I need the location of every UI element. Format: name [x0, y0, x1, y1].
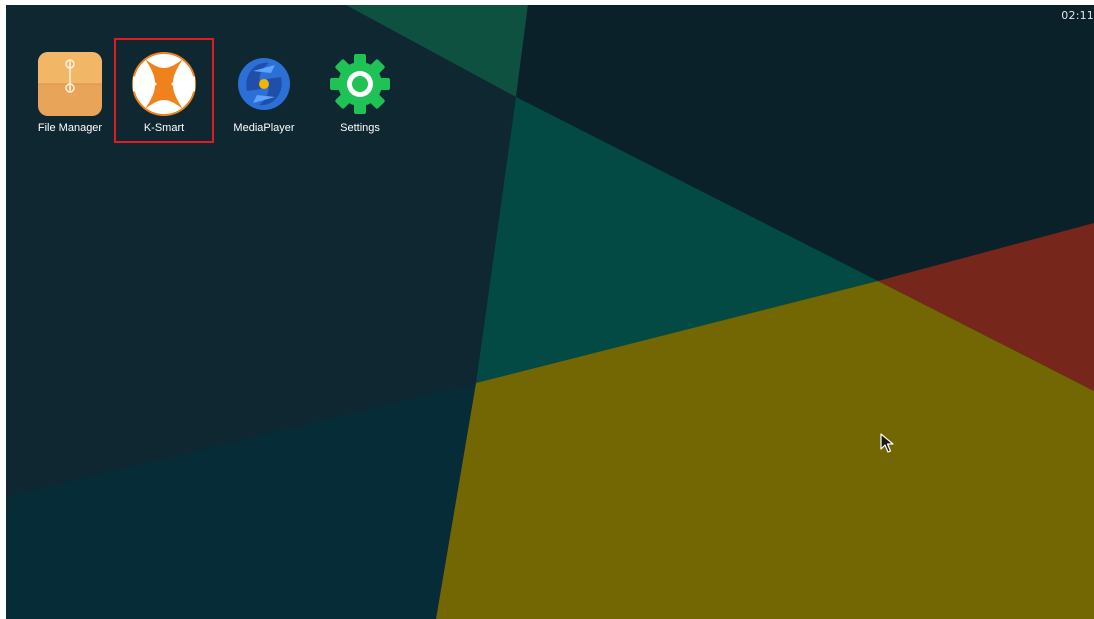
app-k-smart[interactable]: K-Smart: [116, 49, 212, 141]
app-media-player[interactable]: MediaPlayer: [216, 49, 312, 141]
android-home-screen: 02:11 File Manager K-Smart MediaPlayer S…: [6, 5, 1094, 619]
mouse-pointer-icon: [880, 433, 894, 453]
app-label: File Manager: [37, 122, 103, 134]
app-label: Settings: [340, 122, 380, 134]
app-label: K-Smart: [143, 122, 185, 134]
folder-icon: [37, 51, 103, 117]
gear-icon: [327, 51, 393, 117]
media-player-icon: [231, 51, 297, 117]
status-clock: 02:11: [1061, 9, 1094, 22]
app-settings[interactable]: Settings: [312, 49, 408, 141]
app-label: MediaPlayer: [233, 122, 295, 134]
app-file-manager[interactable]: File Manager: [22, 49, 118, 141]
k-smart-icon: [131, 51, 197, 117]
